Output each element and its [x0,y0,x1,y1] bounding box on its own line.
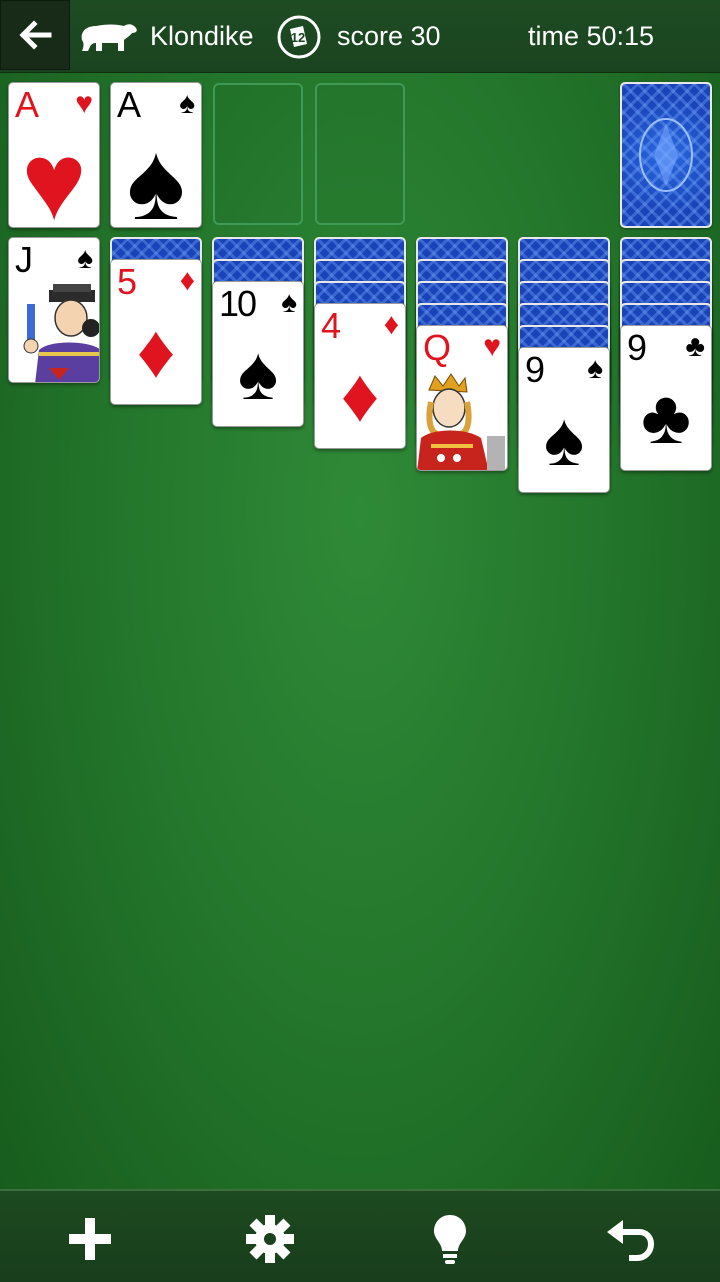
card-suit-small: ♣ [685,330,705,363]
card-rank: A [15,84,39,125]
lightbulb-icon [434,1215,466,1264]
game-name: Klondike [150,21,254,51]
tableau-card-jack-spades[interactable]: J ♠ [8,237,100,383]
card-suit-large: ♠ [543,397,585,482]
settings-button[interactable] [238,1209,302,1269]
polar-bear-icon [81,24,137,51]
card-rank: 9 [525,349,545,390]
card-rank: 10 [219,283,257,324]
queen-portrait-icon [417,373,505,470]
card-suit-large: ♦ [136,309,176,394]
card-badge-icon: 12 [277,15,321,59]
card-rank: 4 [321,305,341,346]
tableau-card-9-spades[interactable]: 9 ♠ ♠ [518,347,610,493]
card-suit-small: ♠ [281,286,297,319]
stock-pile[interactable] [620,82,712,228]
card-suit-small: ♦ [383,308,399,341]
card-suit-small: ♦ [179,264,195,297]
card-suit-large: ♣ [641,375,691,460]
card-rank: J [15,239,33,280]
bottom-toolbar [0,1189,720,1282]
card-rank: 9 [627,327,647,368]
new-game-button[interactable] [58,1209,122,1269]
tableau-card-10-spades[interactable]: 10 ♠ ♠ [212,281,304,427]
tableau-card-queen-hearts[interactable]: Q ♥ [416,325,508,471]
jack-portrait-icon [23,284,99,382]
card-rank: 5 [117,261,137,302]
foundation-empty-slot[interactable] [315,83,405,225]
foundation-hearts-card[interactable]: A ♥ ♥ [8,82,100,228]
card-suit-small: ♠ [77,242,93,275]
tableau-card-5-diamonds[interactable]: 5 ♦ ♦ [110,259,202,405]
time-display: time 50:15 [528,21,655,51]
hint-button[interactable] [418,1209,482,1269]
plus-icon [69,1218,111,1260]
svg-text:12: 12 [291,30,305,45]
tableau-card-9-clubs[interactable]: 9 ♣ ♣ [620,325,712,471]
card-rank: Q [423,327,451,368]
arrow-left-icon [19,20,52,50]
undo-button[interactable] [598,1209,662,1269]
card-suit-large: ♠ [237,331,279,416]
gear-icon [246,1215,294,1263]
card-suit-small: ♠ [587,352,603,385]
card-suit-small: ♥ [483,330,501,363]
undo-icon [607,1220,655,1261]
tableau-card-4-diamonds[interactable]: 4 ♦ ♦ [314,303,406,449]
card-suit-large: ♠ [126,120,186,228]
card-suit-small: ♥ [75,87,93,120]
card-suit-large: ♦ [340,353,380,438]
card-suit-large: ♥ [21,120,87,228]
card-rank: A [117,84,141,125]
back-button[interactable] [0,0,70,70]
top-bar: Klondike 12 score 30 time 50:15 [0,0,720,73]
foundation-empty-slot[interactable] [213,83,303,225]
card-suit-small: ♠ [179,87,195,120]
score-display: score 30 [337,21,441,51]
card-back-ornament-icon [639,118,693,192]
foundation-spades-card[interactable]: A ♠ ♠ [110,82,202,228]
